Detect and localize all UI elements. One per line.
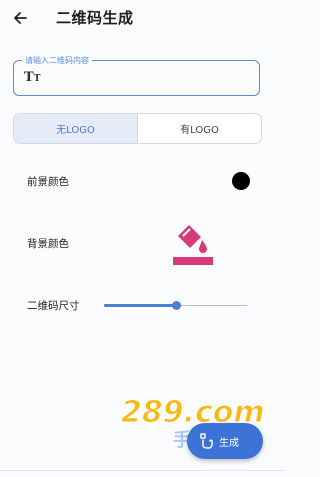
slider-fill xyxy=(104,304,176,307)
background-color-label: 背景颜色 xyxy=(27,238,69,250)
with-logo-option[interactable]: 有LOGO xyxy=(138,114,261,143)
back-button[interactable] xyxy=(8,6,32,30)
generate-button[interactable]: 生成 xyxy=(187,423,263,459)
foreground-color-label: 前景颜色 xyxy=(27,176,69,188)
no-logo-option[interactable]: 无LOGO xyxy=(14,114,138,143)
qr-content-input[interactable] xyxy=(48,67,252,91)
background-color-picker[interactable] xyxy=(171,224,215,270)
qr-content-label: 请输入二维码内容 xyxy=(22,55,92,66)
qrcode-hand-icon xyxy=(200,433,213,449)
text-format-icon: TT xyxy=(24,70,41,85)
arrow-left-icon xyxy=(14,12,27,24)
logo-segmented-control: 无LOGO 有LOGO xyxy=(13,113,262,144)
qr-size-label: 二维码尺寸 xyxy=(27,300,80,312)
generate-button-label: 生成 xyxy=(219,437,239,449)
bottom-divider xyxy=(0,470,284,471)
qr-size-slider[interactable] xyxy=(104,296,247,316)
app-bar: 二维码生成 xyxy=(0,0,284,36)
slider-thumb[interactable] xyxy=(171,301,181,310)
page-title: 二维码生成 xyxy=(56,9,134,27)
foreground-color-swatch[interactable] xyxy=(232,172,250,190)
qr-content-field[interactable]: 请输入二维码内容 TT xyxy=(13,55,260,96)
paint-bucket-icon xyxy=(173,225,213,265)
